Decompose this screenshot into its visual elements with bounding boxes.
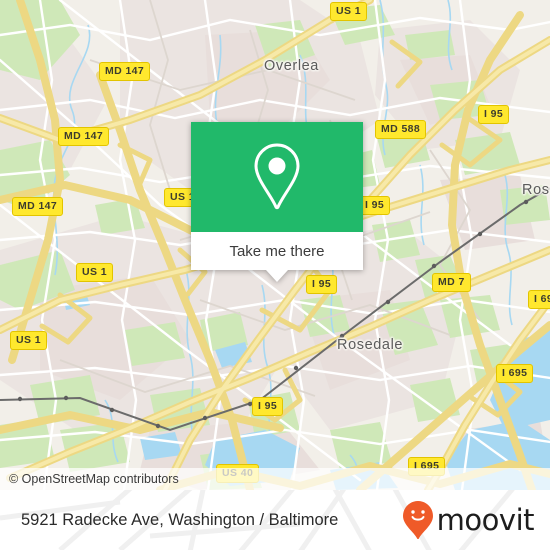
highway-shield: US 1	[330, 2, 367, 21]
popup-image-area	[191, 122, 363, 232]
highway-shield: US 1	[10, 331, 47, 350]
highway-shield: I 695	[528, 290, 550, 309]
highway-shield: MD 147	[58, 127, 110, 146]
moovit-logo[interactable]: moovit	[402, 490, 535, 550]
highway-shield: MD 588	[375, 120, 427, 139]
map-popup-card[interactable]: Take me there	[191, 122, 363, 282]
highway-shield: I 95	[252, 397, 284, 416]
highway-shield: US 1	[76, 263, 113, 282]
take-me-there-button[interactable]: Take me there	[191, 232, 363, 282]
highway-shield: MD 147	[12, 197, 64, 216]
highway-shield: I 95	[306, 275, 338, 294]
highway-shield: I 695	[496, 364, 534, 383]
map-canvas[interactable]: Overlea Rossville Rosedale US 1 MD 147 M…	[0, 0, 550, 490]
highway-shield: I 95	[478, 105, 510, 124]
address-label: 5921 Radecke Ave, Washington / Baltimore	[21, 490, 338, 550]
map-screenshot: Overlea Rossville Rosedale US 1 MD 147 M…	[0, 0, 550, 550]
footer-bar: 5921 Radecke Ave, Washington / Baltimore…	[0, 490, 550, 550]
map-attribution: © OpenStreetMap contributors	[0, 468, 550, 490]
attribution-text: © OpenStreetMap contributors	[9, 472, 179, 486]
address-text: 5921 Radecke Ave, Washington / Baltimore	[21, 510, 339, 529]
highway-shield: I 95	[359, 196, 391, 215]
moovit-pin-smiley-icon	[402, 501, 433, 540]
moovit-wordmark: moovit	[436, 502, 535, 537]
highway-shield: MD 147	[99, 62, 151, 81]
popup-tail	[266, 270, 288, 282]
take-me-there-label: Take me there	[229, 242, 325, 260]
highway-shield: MD 7	[432, 273, 471, 292]
location-pin-icon	[254, 143, 300, 210]
